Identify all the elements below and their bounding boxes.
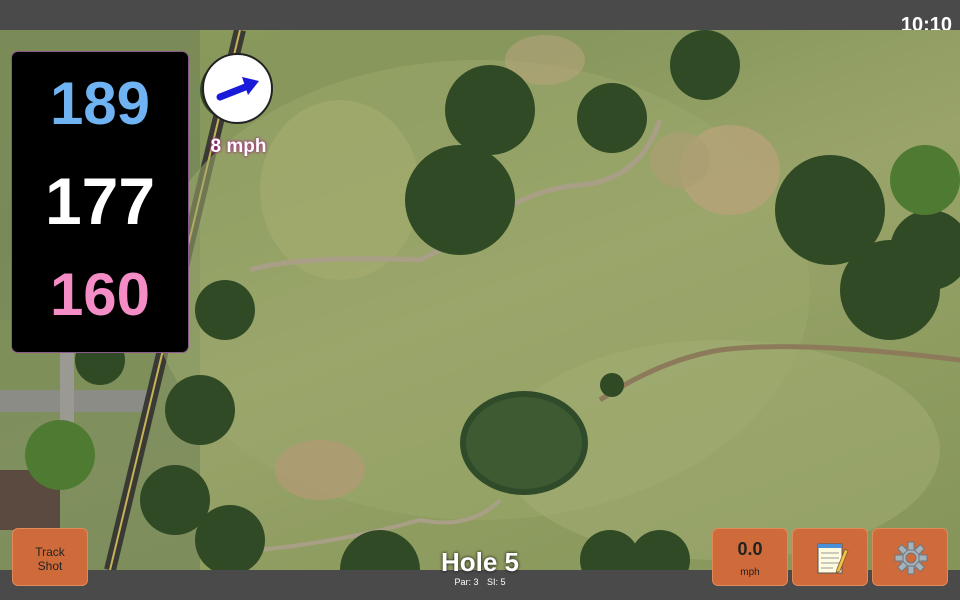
settings-button[interactable] (872, 528, 948, 586)
back-distance: 189 (49, 70, 151, 137)
speed-button[interactable]: 0.0 mph (712, 528, 788, 586)
track-shot-button[interactable]: Track Shot (12, 528, 88, 586)
front-distance: 160 (49, 261, 151, 328)
notepad-icon (817, 543, 849, 574)
status-bar: 10:10 (0, 0, 960, 36)
wind-arrow-icon (216, 77, 259, 101)
hole-par: Par: 3 (454, 577, 479, 587)
speed-value: 0.0 (737, 539, 763, 559)
speed-unit: mph (740, 567, 760, 578)
distance-panel: 189 177 160 (12, 52, 188, 352)
satellite-map[interactable]: 189 177 160 8 mph (0, 30, 960, 570)
wind-speed: 8 mph (210, 136, 267, 157)
middle-distance: 177 (44, 164, 156, 238)
hole-title: Hole 5 (440, 547, 520, 577)
wind-indicator (202, 53, 273, 124)
notes-button[interactable] (792, 528, 868, 586)
hole-stroke-index: SI: 5 (487, 577, 506, 587)
track-shot-label: Track Shot (35, 545, 65, 573)
hole-info: Par: 3 SI: 5 (380, 577, 580, 587)
gear-icon (894, 541, 928, 575)
